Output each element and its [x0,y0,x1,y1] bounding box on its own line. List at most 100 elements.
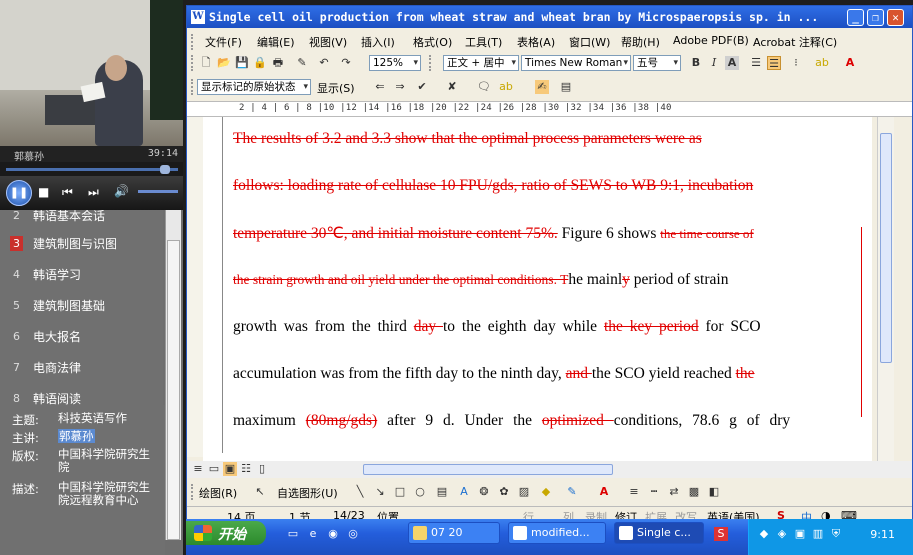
line-style-icon[interactable]: ≡ [627,485,641,499]
menu-format[interactable]: 格式(O) [413,34,452,50]
redo-icon[interactable]: ↷ [339,56,353,70]
draw-menu[interactable]: 绘图(R) [199,485,237,501]
draw-font-color-icon[interactable]: A [597,485,611,499]
lecture-video[interactable] [0,0,183,146]
select-objects-icon[interactable]: ↖ [253,485,267,499]
bold-icon[interactable]: B [689,56,703,70]
font-size-select[interactable]: 五号 [633,55,681,71]
course-item[interactable]: 2 韩语基本会话 [0,210,130,228]
course-item[interactable]: 4 韩语学习 [0,261,130,287]
menu-acrobat-comments[interactable]: Acrobat 注释(C) [753,34,837,50]
pause-icon[interactable]: ❚❚ [6,180,32,206]
course-item[interactable]: 7 电商法律 [0,354,130,380]
vertical-ruler[interactable] [187,117,203,457]
center-align-icon[interactable]: ☰ [767,56,781,70]
highlight2-icon[interactable]: ab [499,80,513,94]
horizontal-ruler[interactable]: 2 | 4 | 6 | 8 |10 |12 |14 |16 |18 |20 |2… [187,101,912,117]
autoshapes-menu[interactable]: 自选图形(U) [277,485,338,501]
diagram-icon[interactable]: ❂ [477,485,491,499]
horizontal-scrollbar[interactable]: ≡ ▭ ▣ ☷ ▯ [187,461,912,478]
stop-icon[interactable]: ■ [38,185,49,199]
italic-icon[interactable]: I [707,56,721,70]
start-button[interactable]: 开始 [186,521,266,545]
permission-icon[interactable]: 🔒 [253,56,267,70]
menu-table[interactable]: 表格(A) [517,34,555,50]
style-select[interactable]: 正文 + 居中 [443,55,519,71]
close-button[interactable]: ✕ [887,9,904,26]
zoom-select[interactable]: 125% [369,55,421,71]
reading-view-icon[interactable]: ▯ [255,462,269,476]
sogou-taskbar-icon[interactable]: S [714,527,728,541]
title-bar[interactable]: W Single cell oil production from wheat … [187,6,912,28]
task-single-cell[interactable]: Single c... [614,522,704,544]
outline-view-icon[interactable]: ☷ [239,462,253,476]
undo-icon[interactable]: ↶ [317,56,331,70]
menu-window[interactable]: 窗口(W) [569,34,610,50]
tray-icon[interactable]: ▣ [793,527,807,541]
print-icon[interactable]: 🖶 [271,56,285,70]
volume-icon[interactable]: 🔊 [114,184,129,198]
oval-icon[interactable]: ○ [413,485,427,499]
seek-knob[interactable] [160,165,170,174]
menu-view[interactable]: 视图(V) [309,34,347,50]
rectangle-icon[interactable]: □ [393,485,407,499]
menu-tools[interactable]: 工具(T) [465,34,502,50]
ie-icon[interactable]: e [306,527,320,541]
course-item[interactable]: 5 建筑制图基础 [0,292,130,318]
seek-bar[interactable] [0,162,183,176]
menu-edit[interactable]: 编辑(E) [257,34,295,50]
font-select[interactable]: Times New Roman [521,55,631,71]
menu-insert[interactable]: 插入(I) [361,34,395,50]
tray-icon[interactable]: ◈ [775,527,789,541]
line-color-icon[interactable]: ✎ [565,485,579,499]
reviewing-pane-icon[interactable]: ▤ [559,80,573,94]
media-icon[interactable]: ◉ [326,527,340,541]
new-icon[interactable]: 🗋 [199,56,213,70]
print-view-icon[interactable]: ▣ [223,462,237,476]
security-icon[interactable]: ⛨ [829,527,843,541]
task-folder[interactable]: 07 20 [408,522,500,544]
prev-change-icon[interactable]: ⇐ [373,80,387,94]
open-icon[interactable]: 📂 [217,56,231,70]
menu-help[interactable]: 帮助(H) [621,34,660,50]
minimize-button[interactable]: _ [847,9,864,26]
web-view-icon[interactable]: ▭ [207,462,221,476]
accept-change-icon[interactable]: ✔ [415,80,429,94]
tray-icon[interactable]: ◆ [757,527,771,541]
show-menu[interactable]: 显示(S) [317,80,355,96]
menu-file[interactable]: 文件(F) [205,34,242,50]
course-item[interactable]: 6 电大报名 [0,323,130,349]
3d-icon[interactable]: ◧ [707,485,721,499]
desktop-icon[interactable]: ▭ [286,527,300,541]
save-icon[interactable]: 💾 [235,56,249,70]
course-list-scrollbar[interactable] [165,210,181,540]
next-change-icon[interactable]: ⇒ [393,80,407,94]
track-changes-icon[interactable]: ✍ [535,80,549,94]
previous-icon[interactable]: ⏮ [62,185,73,200]
justify-icon[interactable]: ☰ [749,56,763,70]
new-comment-icon[interactable]: 🗨 [477,80,491,94]
line-icon[interactable]: ╲ [353,485,367,499]
next-icon[interactable]: ⏭ [88,185,99,200]
char-shading-icon[interactable]: A [725,56,739,70]
format-painter-icon[interactable]: ✎ [295,56,309,70]
textbox-icon[interactable]: ▤ [435,485,449,499]
picture-icon[interactable]: ▨ [517,485,531,499]
dash-style-icon[interactable]: ┅ [647,485,661,499]
wordart-icon[interactable]: A [457,485,471,499]
document-page[interactable]: The results of 3.2 and 3.3 show that the… [203,117,872,461]
font-color-icon[interactable]: A [843,56,857,70]
markup-mode-select[interactable]: 显示标记的原始状态 [197,79,311,95]
course-item[interactable]: 3 建筑制图与识图 [0,230,130,256]
clipart-icon[interactable]: ✿ [497,485,511,499]
vertical-scrollbar[interactable] [877,117,894,461]
highlight-icon[interactable]: ab [815,56,829,70]
maximize-button[interactable]: ❐ [867,9,884,26]
arrow-icon[interactable]: ↘ [373,485,387,499]
reject-change-icon[interactable]: ✘ [445,80,459,94]
task-modified[interactable]: modified... [508,522,606,544]
fill-color-icon[interactable]: ◆ [539,485,553,499]
arrow-style-icon[interactable]: ⇄ [667,485,681,499]
shadow-icon[interactable]: ▩ [687,485,701,499]
volume-slider[interactable] [138,190,178,193]
